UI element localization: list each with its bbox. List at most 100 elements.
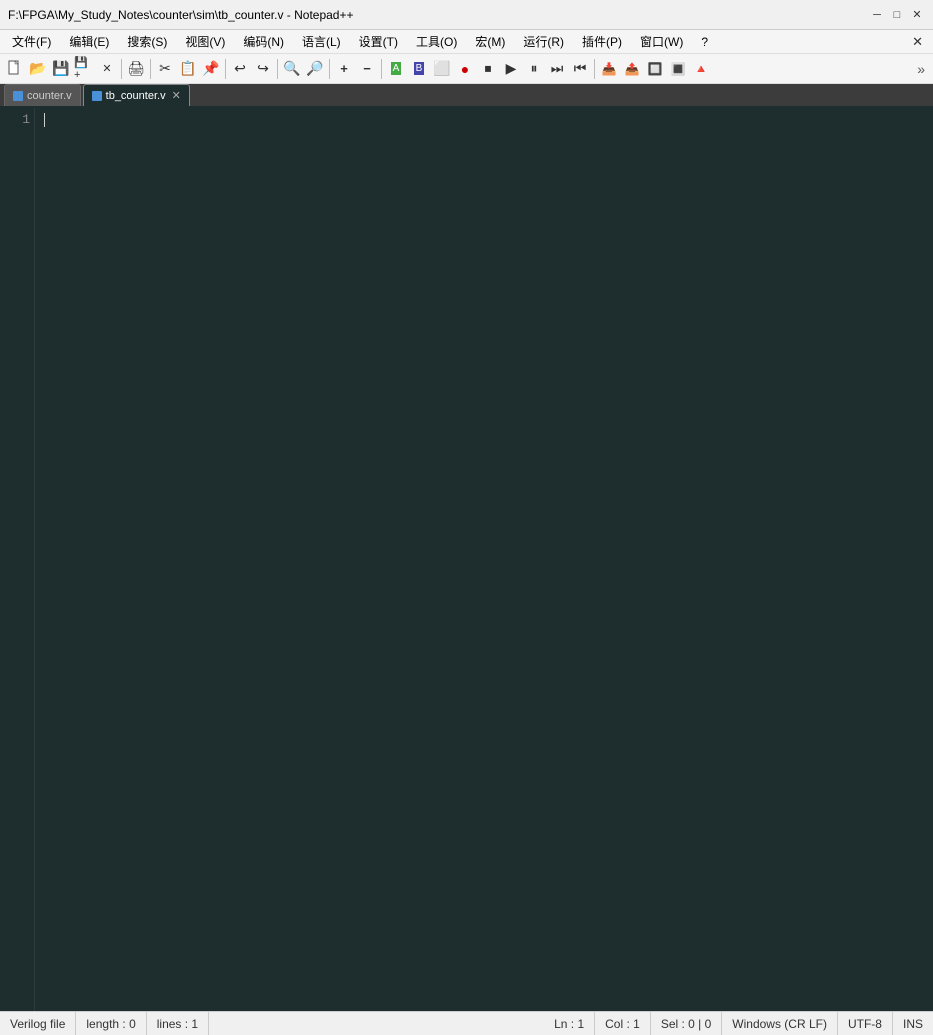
toolbar-btn-e[interactable]: ⏹ [477, 58, 499, 80]
tab-counter-icon [13, 91, 23, 101]
status-mode[interactable]: INS [893, 1012, 933, 1035]
icon-g: ⏸ [531, 60, 538, 77]
status-file-type: Verilog file [0, 1012, 76, 1035]
icon-m: 🔳 [671, 62, 686, 76]
line-number-1: 1 [8, 112, 30, 127]
tab-counter-label: counter.v [27, 90, 72, 102]
status-encoding[interactable]: UTF-8 [838, 1012, 893, 1035]
toolbar-btn-g[interactable]: ⏸ [523, 58, 545, 80]
toolbar-btn-m[interactable]: 🔳 [667, 58, 689, 80]
toolbar-btn-j[interactable]: 📥 [598, 58, 620, 80]
toolbar-btn-c[interactable]: ⬜ [431, 58, 453, 80]
menu-encode[interactable]: 编码(N) [235, 31, 292, 52]
zoom-out-icon: − [363, 61, 371, 76]
menu-run[interactable]: 运行(R) [515, 31, 572, 52]
undo-icon: ↩ [234, 60, 246, 77]
toolbar-btn-d[interactable]: ● [454, 58, 476, 80]
icon-a: A [391, 62, 402, 75]
find-icon: 🔍 [283, 60, 300, 77]
editor-content[interactable] [35, 108, 933, 1011]
toolbar-cut-button[interactable]: ✂ [154, 58, 176, 80]
icon-l: 🔲 [648, 62, 663, 76]
new-icon [7, 60, 23, 78]
menu-view[interactable]: 视图(V) [177, 31, 233, 52]
toolbar-print-button[interactable]: 🖨 [125, 58, 147, 80]
toolbar-sep-2 [150, 59, 151, 79]
minimize-button[interactable]: ─ [869, 7, 885, 23]
toolbar-btn-b[interactable]: B [408, 58, 430, 80]
toolbar-save-all-button[interactable]: 💾+ [73, 58, 95, 80]
menu-help[interactable]: ? [693, 33, 716, 51]
toolbar-zoom-in-button[interactable]: + [333, 58, 355, 80]
toolbar-btn-l[interactable]: 🔲 [644, 58, 666, 80]
toolbar-undo-button[interactable]: ↩ [229, 58, 251, 80]
menu-macro[interactable]: 宏(M) [467, 31, 513, 52]
menu-file[interactable]: 文件(F) [4, 31, 59, 52]
toolbar-replace-button[interactable]: 🔎 [304, 58, 326, 80]
menu-window[interactable]: 窗口(W) [632, 31, 691, 52]
toolbar-expand[interactable]: » [913, 61, 929, 77]
icon-i: ⏮ [574, 60, 587, 77]
editor-container: 1 [0, 108, 933, 1011]
menu-language[interactable]: 语言(L) [294, 31, 349, 52]
toolbar-btn-k[interactable]: 📤 [621, 58, 643, 80]
toolbar-save-button[interactable]: 💾 [50, 58, 72, 80]
toolbar-sep-6 [381, 59, 382, 79]
status-bar: Verilog file length : 0 lines : 1 Ln : 1… [0, 1011, 933, 1035]
toolbar-btn-h[interactable]: ⏭ [546, 58, 568, 80]
toolbar-find-button[interactable]: 🔍 [281, 58, 303, 80]
close-button[interactable]: ✕ [909, 7, 925, 23]
toolbar-btn-f[interactable]: ▶ [500, 58, 522, 80]
tab-tb-counter[interactable]: tb_counter.v ✕ [83, 84, 190, 106]
tab-tb-counter-icon [92, 91, 102, 101]
copy-icon: 📋 [179, 60, 196, 77]
toolbar-btn-i[interactable]: ⏮ [569, 58, 591, 80]
toolbar-redo-button[interactable]: ↪ [252, 58, 274, 80]
print-icon: 🖨 [127, 60, 145, 77]
menu-search[interactable]: 搜索(S) [119, 31, 175, 52]
icon-d: ● [461, 61, 469, 77]
title-text: F:\FPGA\My_Study_Notes\counter\sim\tb_co… [8, 8, 354, 22]
icon-h: ⏭ [551, 60, 564, 77]
status-sel: Sel : 0 | 0 [651, 1012, 722, 1035]
status-lines: lines : 1 [147, 1012, 209, 1035]
tab-tb-counter-close[interactable]: ✕ [172, 89, 181, 102]
status-line-ending[interactable]: Windows (CR LF) [722, 1012, 838, 1035]
text-cursor [44, 113, 45, 127]
toolbar-paste-button[interactable]: 📌 [200, 58, 222, 80]
toolbar-copy-button[interactable]: 📋 [177, 58, 199, 80]
menu-bar: 文件(F) 编辑(E) 搜索(S) 视图(V) 编码(N) 语言(L) 设置(T… [0, 30, 933, 54]
maximize-button[interactable]: □ [889, 7, 905, 23]
title-bar: F:\FPGA\My_Study_Notes\counter\sim\tb_co… [0, 0, 933, 30]
icon-j: 📥 [602, 62, 617, 76]
status-col: Col : 1 [595, 1012, 651, 1035]
toolbar-open-button[interactable]: 📂 [27, 58, 49, 80]
menu-plugins[interactable]: 插件(P) [574, 31, 630, 52]
toolbar-sep-7 [594, 59, 595, 79]
toolbar-sep-4 [277, 59, 278, 79]
cut-icon: ✂ [159, 60, 171, 77]
paste-icon: 📌 [202, 60, 219, 77]
icon-c: ⬜ [433, 60, 450, 77]
icon-e: ⏹ [485, 60, 492, 77]
status-length: length : 0 [76, 1012, 146, 1035]
icon-k: 📤 [625, 62, 640, 76]
toolbar-sep-5 [329, 59, 330, 79]
toolbar-btn-a[interactable]: A [385, 58, 407, 80]
tab-counter[interactable]: counter.v [4, 84, 81, 106]
zoom-in-icon: + [340, 61, 348, 76]
line-numbers: 1 [0, 108, 35, 1011]
toolbar-close-button[interactable]: ✕ [96, 58, 118, 80]
menu-edit[interactable]: 编辑(E) [61, 31, 117, 52]
menu-tools[interactable]: 工具(O) [408, 31, 465, 52]
toolbar-zoom-out-button[interactable]: − [356, 58, 378, 80]
toolbar-sep-3 [225, 59, 226, 79]
menu-close-x[interactable]: ✕ [906, 34, 929, 50]
status-ln: Ln : 1 [544, 1012, 595, 1035]
open-icon: 📂 [29, 60, 46, 77]
toolbar-new-button[interactable] [4, 58, 26, 80]
toolbar-btn-n[interactable]: 🔺 [690, 58, 712, 80]
close-file-icon: ✕ [102, 62, 111, 75]
icon-n: 🔺 [694, 62, 709, 76]
menu-settings[interactable]: 设置(T) [351, 31, 406, 52]
